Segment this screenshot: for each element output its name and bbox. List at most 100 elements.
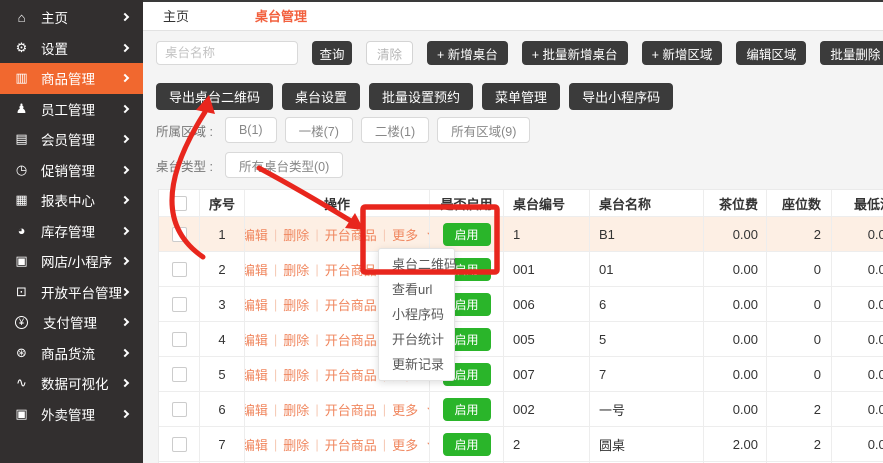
sidebar-item-promotions[interactable]: ◷促销管理 — [0, 155, 143, 186]
type-chip-all[interactable]: 所有桌台类型(0) — [225, 152, 343, 178]
edit-link[interactable]: 编辑 — [244, 365, 268, 384]
delete-link[interactable]: 删除 — [283, 400, 309, 419]
cell-seats: 0 — [766, 287, 831, 321]
menu-item-mini-code[interactable]: 小程序码 — [379, 302, 454, 327]
delete-link[interactable]: 删除 — [283, 260, 309, 279]
cell-seq: 6 — [199, 392, 244, 426]
sidebar-item-label: 报表中心 — [41, 190, 95, 210]
open-table-goods-link[interactable]: 开台商品 — [325, 295, 377, 314]
table-name-search-input[interactable] — [156, 41, 298, 65]
select-all-checkbox[interactable] — [172, 196, 187, 211]
open-table-goods-link[interactable]: 开台商品 — [325, 435, 377, 454]
area-filter-label: 所属区域 : — [156, 121, 213, 140]
edit-area-button[interactable]: 编辑区域 — [736, 41, 806, 65]
enable-button[interactable]: 启用 — [443, 223, 491, 246]
sidebar-item-logistics[interactable]: ⊛商品货流 — [0, 338, 143, 369]
menu-item-table-qr[interactable]: 桌台二维码 — [379, 252, 454, 277]
open-table-goods-link[interactable]: 开台商品 — [325, 400, 377, 419]
enable-button[interactable]: 启用 — [443, 398, 491, 421]
separator: | — [274, 402, 277, 417]
sidebar-item-products[interactable]: ▥商品管理 — [0, 63, 143, 94]
chevron-right-icon — [121, 349, 129, 357]
table-management-page: ⌂主页 ⚙设置 ▥商品管理 ♟员工管理 ▤会员管理 ◷促销管理 ▦报表中心 ◕库… — [0, 0, 883, 463]
delete-link[interactable]: 删除 — [283, 295, 309, 314]
row-checkbox[interactable] — [172, 367, 187, 382]
col-tea-fee: 茶位费 — [703, 190, 766, 216]
chevron-right-icon — [121, 410, 129, 418]
edit-link[interactable]: 编辑 — [244, 295, 268, 314]
area-chip-all[interactable]: 所有区域(9) — [437, 117, 530, 143]
row-checkbox[interactable] — [172, 402, 187, 417]
menu-item-update-log[interactable]: 更新记录 — [379, 352, 454, 377]
more-link[interactable]: 更多 — [392, 400, 418, 419]
sidebar-item-settings[interactable]: ⚙设置 — [0, 33, 143, 64]
row-checkbox[interactable] — [172, 262, 187, 277]
table-row: 1 编辑|删除|开台商品|更多 启用 1 B1 0.00 2 0.00 — [159, 216, 883, 251]
chevron-right-icon — [121, 135, 129, 143]
inventory-pie-icon: ◕ — [13, 223, 30, 238]
separator: | — [315, 367, 318, 382]
row-checkbox[interactable] — [172, 227, 187, 242]
add-area-button[interactable]: + 新增区域 — [642, 41, 723, 65]
tab-home[interactable]: 主页 — [163, 2, 189, 31]
batch-add-table-button[interactable]: + 批量新增桌台 — [522, 41, 628, 65]
query-button[interactable]: 查询 — [312, 41, 352, 65]
batch-reserve-button[interactable]: 批量设置预约 — [369, 83, 473, 110]
separator: | — [315, 402, 318, 417]
col-min-spend: 最低消 — [831, 190, 883, 216]
menu-manage-button[interactable]: 菜单管理 — [482, 83, 560, 110]
separator: | — [315, 332, 318, 347]
sidebar-item-inventory[interactable]: ◕库存管理 — [0, 216, 143, 247]
cell-tea-fee: 2.00 — [703, 427, 766, 461]
open-table-goods-link[interactable]: 开台商品 — [325, 260, 377, 279]
open-table-goods-link[interactable]: 开台商品 — [325, 225, 377, 244]
clear-button[interactable]: 清除 — [366, 41, 413, 65]
chevron-right-icon — [121, 227, 129, 235]
add-table-button[interactable]: + 新增桌台 — [427, 41, 508, 65]
table-settings-button[interactable]: 桌台设置 — [282, 83, 360, 110]
sidebar-item-reports[interactable]: ▦报表中心 — [0, 185, 143, 216]
area-chip-floor1[interactable]: 一楼(7) — [285, 117, 353, 143]
area-chip-b[interactable]: B(1) — [225, 117, 277, 143]
enable-button[interactable]: 启用 — [443, 433, 491, 456]
sidebar-item-staff[interactable]: ♟员工管理 — [0, 94, 143, 125]
sidebar-item-dataviz[interactable]: ∿数据可视化 — [0, 368, 143, 399]
edit-link[interactable]: 编辑 — [244, 330, 268, 349]
cell-table-name: 6 — [589, 287, 703, 321]
tab-table-management[interactable]: 桌台管理 — [255, 2, 307, 31]
main-content: 主页 桌台管理 查询 清除 + 新增桌台 + 批量新增桌台 + 新增区域 编辑区… — [143, 0, 883, 463]
more-link[interactable]: 更多 — [392, 435, 418, 454]
sidebar-item-online-shop[interactable]: ▣网店/小程序 — [0, 246, 143, 277]
cell-seq: 2 — [199, 252, 244, 286]
edit-link[interactable]: 编辑 — [244, 400, 268, 419]
sidebar-item-payment[interactable]: ¥支付管理 — [0, 307, 143, 338]
chevron-right-icon — [121, 105, 129, 113]
open-table-goods-link[interactable]: 开台商品 — [325, 365, 377, 384]
edit-link[interactable]: 编辑 — [244, 260, 268, 279]
delete-link[interactable]: 删除 — [283, 225, 309, 244]
delete-link[interactable]: 删除 — [283, 330, 309, 349]
row-checkbox[interactable] — [172, 297, 187, 312]
delete-link[interactable]: 删除 — [283, 435, 309, 454]
open-table-goods-link[interactable]: 开台商品 — [325, 330, 377, 349]
menu-item-open-stats[interactable]: 开台统计 — [379, 327, 454, 352]
delete-link[interactable]: 删除 — [283, 365, 309, 384]
menu-item-view-url[interactable]: 查看url — [379, 277, 454, 302]
sidebar-item-home[interactable]: ⌂主页 — [0, 2, 143, 33]
sidebar-item-members[interactable]: ▤会员管理 — [0, 124, 143, 155]
row-checkbox[interactable] — [172, 332, 187, 347]
row-checkbox[interactable] — [172, 437, 187, 452]
edit-link[interactable]: 编辑 — [244, 435, 268, 454]
batch-delete-button[interactable]: 批量删除 — [820, 41, 883, 65]
export-table-qr-button[interactable]: 导出桌台二维码 — [156, 83, 273, 110]
cell-min-spend: 0.00 — [831, 357, 883, 391]
sidebar-item-takeout[interactable]: ▣外卖管理 — [0, 399, 143, 430]
cell-tea-fee: 0.00 — [703, 357, 766, 391]
cell-tea-fee: 0.00 — [703, 217, 766, 251]
sidebar-item-open-platform[interactable]: ⊡开放平台管理 — [0, 277, 143, 308]
export-mini-code-button[interactable]: 导出小程序码 — [569, 83, 673, 110]
chevron-right-icon — [121, 166, 129, 174]
more-link[interactable]: 更多 — [392, 225, 418, 244]
area-chip-floor2[interactable]: 二楼(1) — [361, 117, 429, 143]
edit-link[interactable]: 编辑 — [244, 225, 268, 244]
